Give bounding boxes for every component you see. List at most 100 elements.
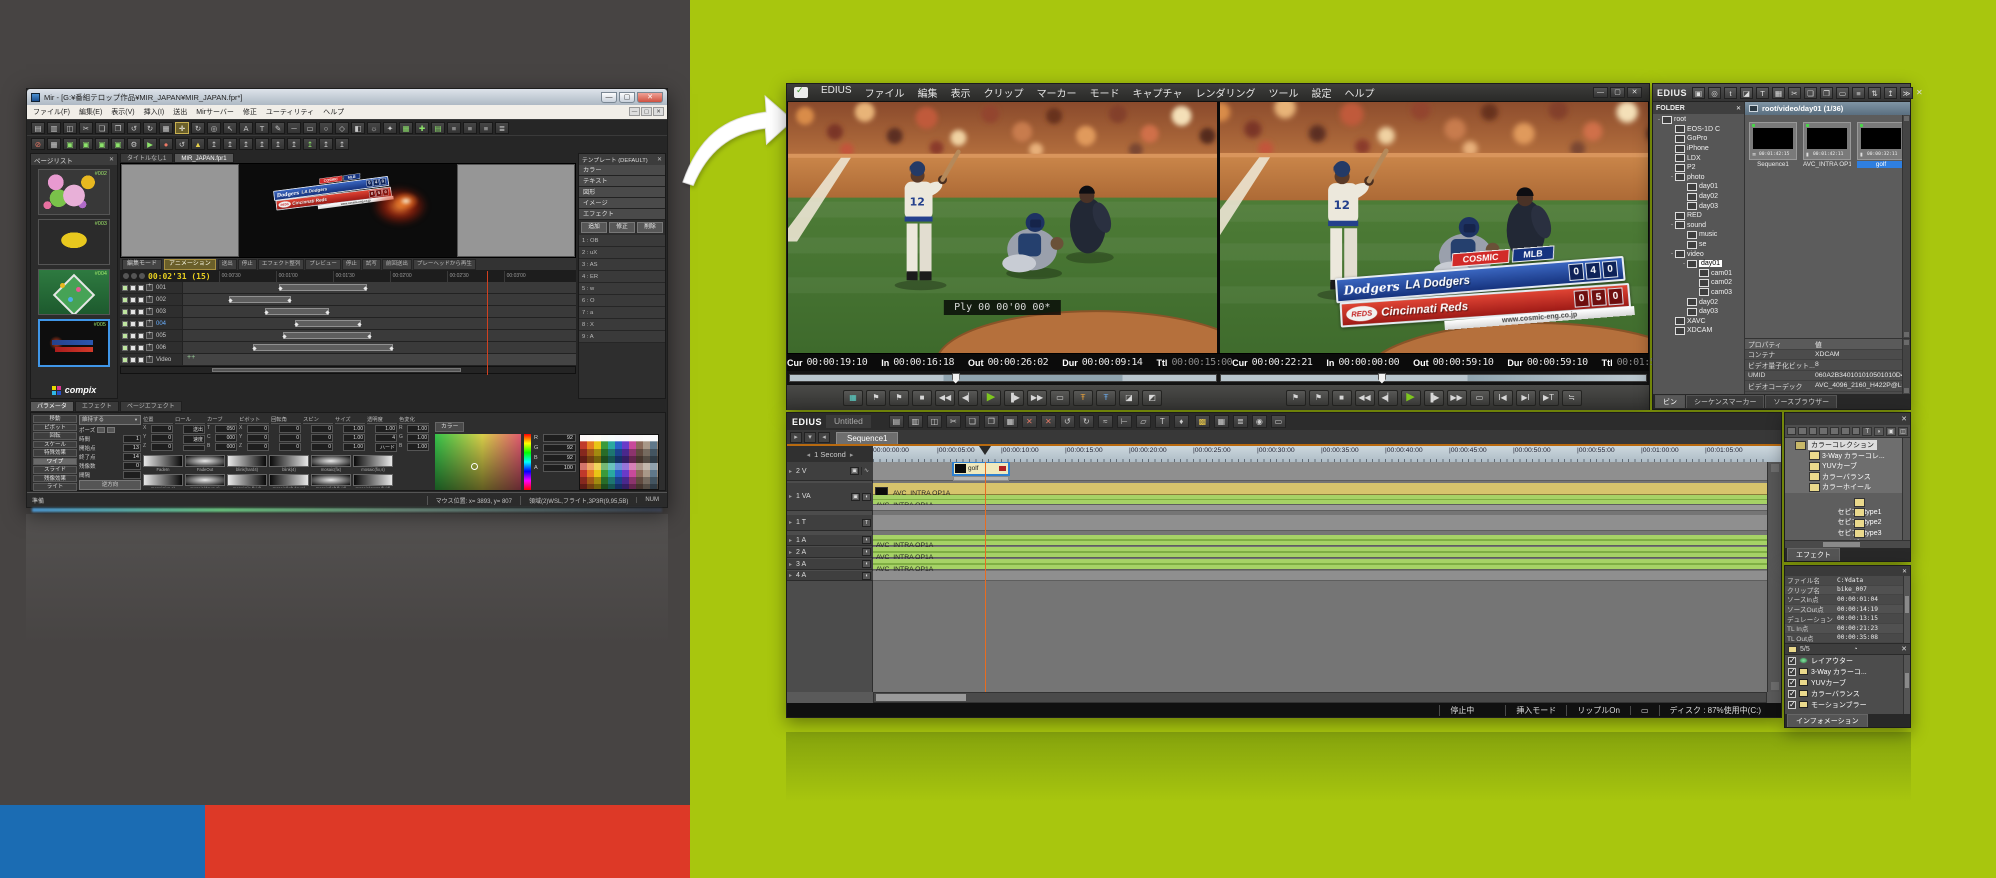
paste-icon[interactable]: ❐	[984, 415, 999, 428]
sort-icon[interactable]: ⇅	[1868, 87, 1881, 99]
rewind-button[interactable]: ◀◀	[1355, 390, 1375, 406]
effect-type-button[interactable]: 残像効果	[33, 475, 77, 483]
fast-forward-button[interactable]: ▶▶	[1027, 390, 1047, 406]
mdi-window-button[interactable]: ✕	[653, 107, 664, 116]
effect-type-button[interactable]: ピボット	[33, 424, 77, 432]
track-solo-checkbox[interactable]	[138, 321, 144, 327]
timeline-clip-golf[interactable]: golf	[953, 462, 1009, 475]
timeline-playhead[interactable]	[985, 462, 986, 692]
ellipse-tool-icon[interactable]: ○	[319, 122, 333, 134]
mdi-window-button[interactable]: ▢	[641, 107, 652, 116]
param-value[interactable]: 0	[311, 425, 333, 433]
pointer-tool-icon[interactable]: ↖	[223, 122, 237, 134]
parameter-tab[interactable]: ページエフェクト	[120, 401, 182, 412]
transition-preset[interactable]: blink(4)	[269, 455, 309, 472]
mixer-lane[interactable]	[873, 505, 1767, 511]
keyframe-lane[interactable]	[182, 294, 576, 305]
timeline-clip-video[interactable]: AVC_INTRA OP1A	[873, 483, 1767, 495]
param-value[interactable]: 000	[215, 443, 237, 451]
effect-view-button[interactable]	[1798, 427, 1807, 435]
track-header-1a[interactable]: 1 A	[787, 535, 873, 546]
search-icon[interactable]: ◎	[1708, 87, 1721, 99]
effect-icon[interactable]: ✦	[383, 122, 397, 134]
track-header-2v[interactable]: 2 V	[787, 462, 873, 481]
frame-forward-button[interactable]: ▐▶	[1424, 390, 1444, 406]
horizontal-scrollbar[interactable]	[873, 692, 1767, 703]
play-around-button[interactable]: ▶T	[1539, 390, 1559, 406]
color-swatches[interactable]	[579, 434, 659, 490]
param-value[interactable]: 1.00	[407, 443, 429, 451]
keyframe-bar[interactable]	[229, 296, 291, 303]
vertical-scrollbar[interactable]	[1767, 462, 1781, 692]
template-action-button[interactable]: 追加	[581, 222, 607, 233]
anim-horizontal-scrollbar[interactable]	[120, 366, 576, 374]
audio-mute-icon[interactable]	[862, 493, 871, 501]
recorder-preview[interactable]: COSMICMLB Dodgers LA Dodgers 040 REDS Ci…	[1220, 102, 1649, 353]
reverse-button[interactable]: 逆方向	[79, 480, 141, 490]
track-solo-checkbox[interactable]	[138, 357, 144, 363]
folder-tree-item[interactable]: RED	[1653, 211, 1744, 221]
param-field[interactable]: 1	[123, 435, 141, 443]
menu-item[interactable]: Mirサーバー	[196, 107, 234, 117]
camera4-icon[interactable]: ▣	[111, 138, 125, 150]
set-out-button[interactable]: ▶I	[1516, 390, 1536, 406]
transition-preset[interactable]: mosaic(fix)	[311, 455, 351, 472]
send6-icon[interactable]: ↥	[287, 138, 301, 150]
applied-effect-row[interactable]: 3-Way カラーコ...	[1785, 666, 1910, 677]
effect-item[interactable]: カラーホイール	[1785, 482, 1910, 493]
transition-preset[interactable]: mosaic(down,s)	[185, 474, 225, 488]
track-enable-checkbox[interactable]	[122, 345, 128, 351]
video-mute-icon[interactable]	[851, 493, 860, 501]
track-lock-checkbox[interactable]	[130, 309, 136, 315]
menu-item[interactable]: 送出	[173, 107, 187, 117]
keyframe-lane[interactable]	[182, 282, 576, 293]
param-value[interactable]: 0	[247, 443, 269, 451]
delete-icon[interactable]	[1901, 645, 1907, 653]
folder-tree-item[interactable]: XDCAM	[1653, 326, 1744, 336]
timeline-clip-audio[interactable]: AVC_INTRA OP1A	[873, 495, 1767, 505]
trim-mode-icon[interactable]: ▾	[804, 432, 816, 443]
parameter-tab[interactable]: パラメータ	[30, 401, 74, 412]
send7-icon[interactable]: ↥	[303, 138, 317, 150]
capture-icon[interactable]: ▦	[1003, 415, 1018, 428]
new-icon[interactable]: ▤	[31, 122, 45, 134]
color-tab[interactable]: カラー	[435, 422, 464, 432]
dock-icon[interactable]: ▣	[1886, 427, 1896, 436]
loop-button[interactable]: ▭	[1050, 390, 1070, 406]
effect-tab[interactable]: エフェクト	[1787, 548, 1840, 561]
effect-type-button[interactable]: スライド	[33, 466, 77, 474]
send4-icon[interactable]: ↥	[255, 138, 269, 150]
rubber-band-icon[interactable]	[861, 467, 871, 475]
track-expand-button[interactable]	[146, 320, 153, 327]
effect-enable-checkbox[interactable]	[1788, 668, 1796, 676]
recorder-position-bar[interactable]	[1220, 373, 1648, 382]
keyframe-bar[interactable]	[265, 308, 329, 315]
effect-view-button[interactable]	[1841, 427, 1850, 435]
anim-track-row[interactable]: 004	[120, 318, 576, 330]
frame-forward-button[interactable]: ▐▶	[1004, 390, 1024, 406]
color-channel-value[interactable]: 100	[543, 464, 576, 472]
folder-tree-item[interactable]: -video	[1653, 249, 1744, 259]
fill-icon[interactable]: ◧	[351, 122, 365, 134]
anim-track-row[interactable]: 006	[120, 342, 576, 354]
anim-toolbar-button[interactable]: 停止	[342, 259, 361, 270]
justify-icon[interactable]: ≣	[495, 122, 509, 134]
template-layer-item[interactable]: 5 : w	[579, 283, 665, 295]
set-out-marker-icon[interactable]: ⚑	[1309, 390, 1329, 406]
param-value[interactable]: 1.00	[375, 425, 397, 433]
param-value[interactable]: 1.00	[343, 425, 365, 433]
set-in-button[interactable]: I◀	[1493, 390, 1513, 406]
folder-tree-item[interactable]: day01	[1653, 182, 1744, 192]
folder-tree-item[interactable]: GoPro	[1653, 134, 1744, 144]
send3-icon[interactable]: ↥	[239, 138, 253, 150]
param-field[interactable]	[123, 471, 141, 479]
menu-item[interactable]: 編集	[918, 85, 938, 100]
param-value[interactable]	[183, 445, 205, 451]
frame-back-button[interactable]: ◀▏	[958, 390, 978, 406]
transition-icon[interactable]: ▱	[1136, 415, 1151, 428]
template-category[interactable]: テキスト	[579, 176, 665, 187]
param-value[interactable]: 0	[279, 434, 301, 442]
track-expand-button[interactable]	[146, 332, 153, 339]
comment-icon[interactable]: ◗	[1874, 427, 1884, 436]
open-icon[interactable]: ▥	[908, 415, 923, 428]
